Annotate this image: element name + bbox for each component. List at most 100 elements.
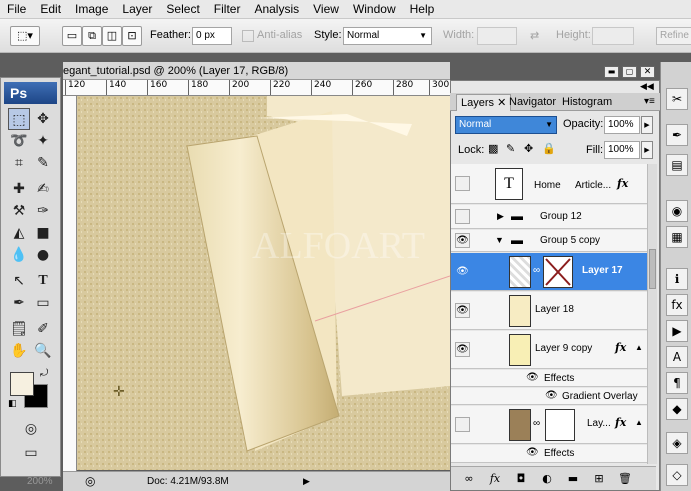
clone-source-icon[interactable]: ▤ — [666, 154, 688, 176]
subtract-selection-icon[interactable]: ◫ — [102, 26, 122, 46]
actions-icon[interactable]: fx — [666, 294, 688, 316]
visibility-toggle[interactable] — [455, 417, 470, 432]
lock-position-icon[interactable]: ✥ — [524, 142, 533, 155]
new-group-icon[interactable]: ▬ — [565, 471, 581, 487]
swap-icon[interactable]: ⇄ — [530, 29, 539, 42]
eraser-tool-icon[interactable]: ◭ — [8, 222, 30, 244]
delete-layer-icon[interactable]: 🗑 — [617, 471, 633, 487]
link-layers-icon[interactable]: ∞ — [461, 471, 477, 487]
collapse-arrow-icon[interactable]: ▲ — [635, 418, 643, 427]
move-tool-icon[interactable]: ✥ — [32, 108, 54, 130]
height-input[interactable] — [592, 27, 634, 45]
effect-eye-icon[interactable]: 👁 — [545, 390, 558, 401]
style-select[interactable]: Normal ▼ — [343, 27, 432, 45]
3d-icon[interactable]: ◈ — [666, 432, 688, 454]
slice-tool-icon[interactable]: ✎ — [32, 152, 54, 174]
status-arrow-icon[interactable]: ▶ — [303, 472, 310, 491]
mask-link-icon[interactable]: ∞ — [533, 418, 540, 429]
lock-pixels-icon[interactable]: ✎ — [506, 142, 515, 155]
screen-mode-icon[interactable]: ▭ — [20, 442, 42, 464]
add-selection-icon[interactable]: ⧉ — [82, 26, 102, 46]
swap-colors-icon[interactable]: ⤾ — [40, 368, 48, 379]
opacity-arrow-icon[interactable]: ▶ — [641, 116, 653, 134]
visibility-eye-icon[interactable]: 👁 — [455, 233, 470, 248]
visibility-eye-icon[interactable]: 👁 — [455, 342, 470, 357]
visibility-toggle[interactable] — [455, 209, 470, 224]
menu-window[interactable]: Window — [346, 2, 403, 16]
gradient-tool-icon[interactable]: ■ — [32, 222, 54, 244]
visibility-eye-icon[interactable]: 👁 — [455, 264, 470, 279]
menu-help[interactable]: Help — [403, 2, 442, 16]
layer-row-lay[interactable]: ∞ Lay... fx ▲ — [451, 406, 656, 444]
fill-input[interactable]: 100% — [604, 141, 640, 159]
collapse-arrow-icon[interactable]: ▼ — [495, 235, 504, 245]
layer-row-layer-17[interactable]: 👁 ∞ Layer 17 — [451, 253, 656, 291]
lock-transparency-icon[interactable]: ▩ — [488, 142, 498, 155]
layer-row-layer-9-copy[interactable]: 👁 Layer 9 copy fx ▲ — [451, 331, 656, 369]
swatches-icon[interactable]: ▦ — [666, 226, 688, 248]
opacity-input[interactable]: 100% — [604, 116, 640, 134]
adjustment-layer-icon[interactable]: ◐ — [539, 471, 555, 487]
tab-layers[interactable]: Layers ✕ — [456, 94, 512, 111]
lock-all-icon[interactable]: 🔒 — [542, 142, 556, 155]
eyedropper-tool-icon[interactable]: ✐ — [32, 318, 54, 340]
brush-tool-icon[interactable]: ✍ — [32, 178, 54, 200]
visibility-toggle[interactable] — [455, 176, 470, 191]
scrollbar-thumb[interactable] — [649, 249, 656, 289]
mask-link-icon[interactable]: ∞ — [533, 265, 540, 276]
character-icon[interactable]: A — [666, 346, 688, 368]
menu-analysis[interactable]: Analysis — [247, 2, 306, 16]
type-tool-icon[interactable]: T — [32, 270, 54, 292]
layers-scrollbar[interactable] — [647, 164, 657, 464]
zoom-level[interactable]: 200% — [27, 472, 53, 491]
menu-view[interactable]: View — [306, 2, 346, 16]
tools-preset-icon[interactable]: ✂ — [666, 88, 688, 110]
new-layer-icon[interactable]: ⊞ — [591, 471, 607, 487]
menu-layer[interactable]: Layer — [115, 2, 159, 16]
mini-bridge-icon[interactable]: ◆ — [666, 398, 688, 420]
menu-select[interactable]: Select — [159, 2, 206, 16]
notes-tool-icon[interactable]: 🗒 — [8, 318, 30, 340]
crop-tool-icon[interactable]: ⌗ — [8, 152, 30, 174]
layer-fx-icon[interactable]: fx — [617, 177, 628, 190]
healing-brush-icon[interactable]: ✚ — [8, 178, 30, 200]
clone-stamp-icon[interactable]: ⚒ — [8, 200, 30, 222]
layer-row-layer-18[interactable]: 👁 Layer 18 — [451, 292, 656, 330]
effects-eye-icon[interactable]: 👁 — [526, 372, 539, 383]
effects-eye-icon[interactable]: 👁 — [526, 447, 539, 458]
layer-row-group-12[interactable]: ▶ ▬ Group 12 — [451, 205, 656, 229]
tab-histogram[interactable]: Histogram — [558, 94, 616, 111]
status-menu-icon[interactable]: ◎ — [85, 472, 95, 491]
panel-menu-icon[interactable]: ▾≡ — [640, 94, 659, 111]
pen-tool-icon[interactable]: ✒ — [8, 292, 30, 314]
hand-tool-icon[interactable]: ✋ — [8, 340, 30, 362]
visibility-eye-icon[interactable]: 👁 — [455, 303, 470, 318]
foreground-color-swatch[interactable] — [10, 372, 34, 396]
feather-input[interactable]: 0 px — [192, 27, 232, 45]
layer-fx-icon[interactable]: fx — [615, 341, 626, 354]
shape-tool-icon[interactable]: ▭ — [32, 292, 54, 314]
refine-edge-button[interactable]: Refine — [656, 27, 691, 45]
menu-image[interactable]: Image — [68, 2, 115, 16]
menu-filter[interactable]: Filter — [207, 2, 248, 16]
layer-effects-row[interactable]: 👁 Effects — [451, 445, 656, 463]
marquee-preset-icon[interactable]: ⬚▾ — [10, 26, 40, 46]
layer-row-home[interactable]: T Home Article... fx — [451, 164, 656, 204]
menu-edit[interactable]: Edit — [33, 2, 68, 16]
antialias-checkbox[interactable] — [242, 30, 254, 42]
marquee-tool-icon[interactable]: ⬚ — [8, 108, 30, 130]
history-icon[interactable]: ▶ — [666, 320, 688, 342]
close-icon[interactable]: ✕ — [640, 66, 655, 78]
brushes-icon[interactable]: ✒ — [666, 124, 688, 146]
zoom-tool-icon[interactable]: 🔍 — [32, 340, 54, 362]
default-colors-icon[interactable]: ◧ — [8, 399, 17, 409]
intersect-selection-icon[interactable]: ⊡ — [122, 26, 142, 46]
quick-mask-icon[interactable]: ◎ — [20, 418, 42, 440]
document-canvas[interactable]: ALFOART ✛ — [77, 96, 450, 470]
fill-arrow-icon[interactable]: ▶ — [641, 141, 653, 159]
restore-icon[interactable]: ▢ — [622, 66, 637, 78]
dodge-tool-icon[interactable]: ● — [32, 244, 54, 266]
document-tab[interactable]: egant_tutorial.psd @ 200% (Layer 17, RGB… — [63, 62, 450, 80]
menu-file[interactable]: File — [0, 2, 33, 16]
width-input[interactable] — [477, 27, 517, 45]
